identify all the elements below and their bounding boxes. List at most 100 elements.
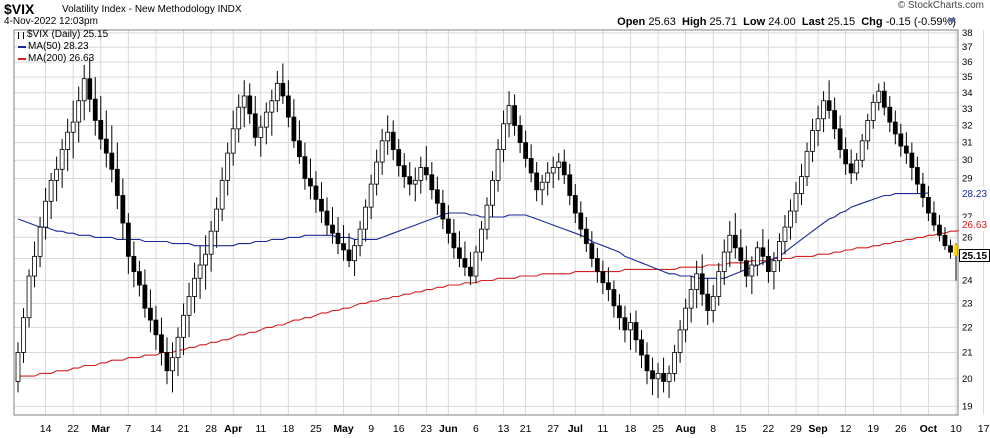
candle-body <box>479 228 484 253</box>
x-tick-label: Mar <box>91 423 110 435</box>
candle-body <box>914 167 920 185</box>
legend-ma200: MA(200) 26.63 <box>18 53 108 65</box>
candle-body <box>274 82 280 102</box>
candle-body <box>506 105 512 125</box>
candle-body <box>721 251 727 272</box>
candle-body <box>142 284 148 309</box>
candle <box>589 231 595 268</box>
candle-body <box>583 228 589 245</box>
candle-body <box>788 210 793 228</box>
candle-body <box>341 243 346 251</box>
candle <box>782 215 788 255</box>
candle-body <box>418 167 424 181</box>
candle <box>909 142 915 181</box>
x-tick-label: 9 <box>368 423 374 435</box>
candle-body <box>120 195 126 224</box>
candle-body <box>865 120 871 142</box>
candle <box>379 128 385 175</box>
x-tick-label: 10 <box>950 423 962 435</box>
candle <box>528 144 534 183</box>
candle <box>247 83 253 124</box>
last-price-badge: 25.15 <box>959 248 990 262</box>
candle <box>914 156 920 194</box>
candle-body <box>214 208 220 232</box>
candle-body <box>876 90 882 103</box>
candle-body <box>390 131 396 150</box>
candle-body <box>258 126 264 138</box>
candle-body <box>70 121 76 133</box>
candle-body <box>440 202 446 220</box>
candle-body <box>241 95 247 108</box>
candlestick-chart: 19 20 21 22 23 24 25 26 27 29 30 31 32 33 34 35 36 37 38 1… <box>13 28 990 435</box>
candle <box>418 156 424 194</box>
candle <box>368 174 374 220</box>
candle-body <box>572 195 578 214</box>
candle <box>423 146 429 181</box>
candle-body <box>931 212 937 226</box>
candle-body <box>716 271 722 297</box>
candle <box>81 64 87 121</box>
x-tick-label: Aug <box>675 423 695 435</box>
candle <box>611 280 617 318</box>
candle <box>473 245 479 283</box>
candle <box>699 254 705 306</box>
x-tick-label: 8 <box>710 423 716 435</box>
candle-body <box>131 255 137 272</box>
candle <box>186 282 192 338</box>
candle-body <box>683 307 689 331</box>
candle-body <box>103 138 109 154</box>
candle-body <box>208 230 214 255</box>
candle-body <box>600 271 606 284</box>
ma50-layer <box>17 192 929 279</box>
x-tick-label: 22 <box>763 423 775 435</box>
candle <box>567 163 573 206</box>
x-tick-label: 19 <box>867 423 879 435</box>
candle-body <box>606 282 611 290</box>
candle <box>583 217 589 253</box>
candle <box>523 130 529 168</box>
candle <box>628 312 633 350</box>
candle-body <box>181 314 186 338</box>
x-tick-label: Sep <box>808 423 827 435</box>
candle-body <box>81 78 87 102</box>
candle <box>743 245 749 288</box>
candle <box>484 197 490 240</box>
candle <box>412 167 418 202</box>
legend-main-label: $VIX (Daily) 25.15 <box>27 29 109 40</box>
x-tick-label: Oct <box>920 423 938 435</box>
x-tick-label: 6 <box>473 423 479 435</box>
candle-body <box>766 255 771 272</box>
candle-body <box>804 150 810 178</box>
candle-body <box>611 289 617 307</box>
candle <box>164 337 170 385</box>
candle <box>142 269 148 318</box>
candle-body <box>655 373 661 380</box>
candle <box>269 89 275 136</box>
candle <box>308 158 313 200</box>
candle <box>21 308 26 363</box>
candle-body <box>821 100 826 120</box>
candle-body <box>512 105 517 126</box>
x-tick-label: 18 <box>283 423 295 435</box>
candle-body <box>810 130 815 152</box>
x-tick-label: 17 <box>978 423 990 435</box>
candle <box>815 105 821 147</box>
candle-body <box>639 339 644 356</box>
candle <box>545 162 551 196</box>
candle <box>854 153 860 181</box>
ma50-swatch-icon <box>18 46 26 48</box>
legend-ma50: MA(50) 28.23 <box>18 41 108 53</box>
x-tick-label: May <box>333 423 354 435</box>
last-candle <box>953 243 959 281</box>
candle-body <box>357 228 363 247</box>
candle <box>225 142 231 196</box>
candle-body <box>953 244 959 256</box>
candle <box>644 342 650 385</box>
y-tick-label: 19 <box>962 401 973 412</box>
candle <box>501 110 506 163</box>
candle-body <box>407 176 413 185</box>
candle <box>622 305 628 343</box>
candle-body <box>26 275 32 319</box>
candle <box>357 221 363 257</box>
candle <box>639 329 644 369</box>
